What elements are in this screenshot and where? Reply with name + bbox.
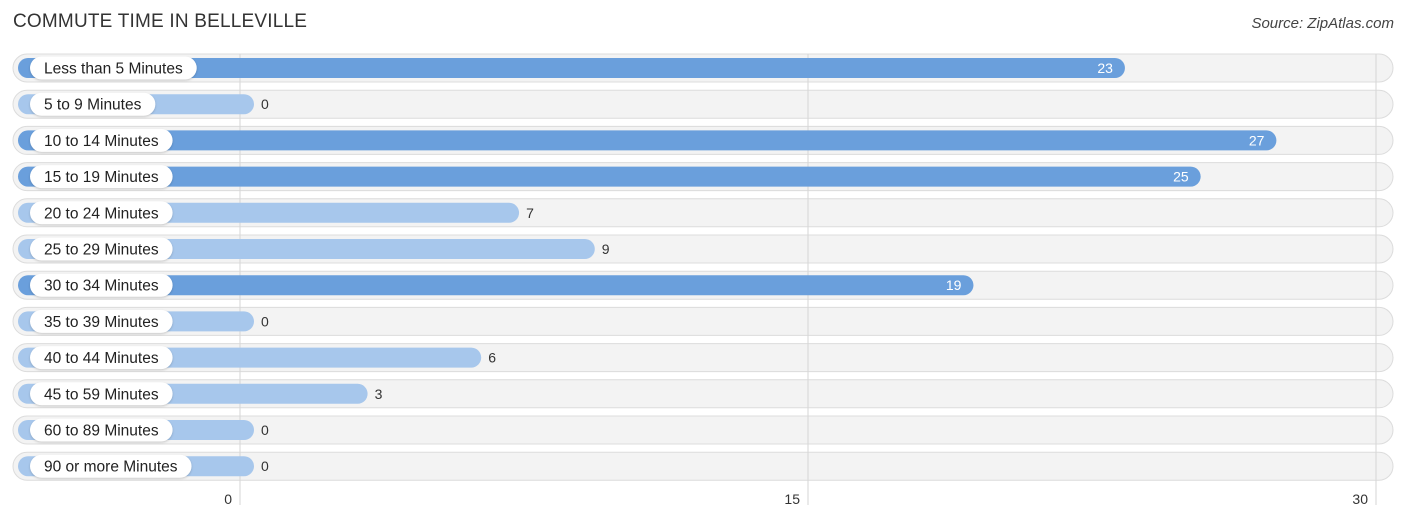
category-label: Less than 5 Minutes [44,61,183,78]
value-label: 0 [261,458,269,474]
value-label: 23 [1097,60,1113,76]
x-tick-label: 30 [1352,491,1368,507]
value-label: 27 [1249,132,1265,148]
category-label: 10 to 14 Minutes [44,133,159,150]
category-label: 5 to 9 Minutes [44,97,142,114]
category-label: 25 to 29 Minutes [44,242,159,259]
value-label: 0 [261,96,269,112]
x-tick-label: 0 [224,491,232,507]
value-label: 25 [1173,169,1189,185]
bar [18,166,1201,187]
category-label: 60 to 89 Minutes [44,423,159,440]
value-label: 7 [526,205,534,221]
value-label: 19 [946,277,962,293]
value-label: 6 [488,350,496,366]
rows [12,53,1394,481]
value-label: 0 [261,422,269,438]
value-label: 9 [602,241,610,257]
category-label: 90 or more Minutes [44,459,178,476]
category-label: 20 to 24 Minutes [44,205,159,222]
value-label: 3 [375,386,383,402]
category-label: 45 to 59 Minutes [44,386,159,403]
bar-chart: Less than 5 Minutes 23 5 to 9 Minutes 0 10 t… [12,53,1394,507]
category-label: 15 to 19 Minutes [44,169,159,186]
x-tick-label: 15 [784,491,800,507]
bars: Less than 5 Minutes 23 5 to 9 Minutes 0 10 t… [18,56,1277,478]
category-label: 35 to 39 Minutes [44,314,159,331]
bar [18,130,1277,151]
category-label: 40 to 44 Minutes [44,350,159,367]
category-label: 30 to 34 Minutes [44,278,159,295]
value-label: 0 [261,313,269,329]
